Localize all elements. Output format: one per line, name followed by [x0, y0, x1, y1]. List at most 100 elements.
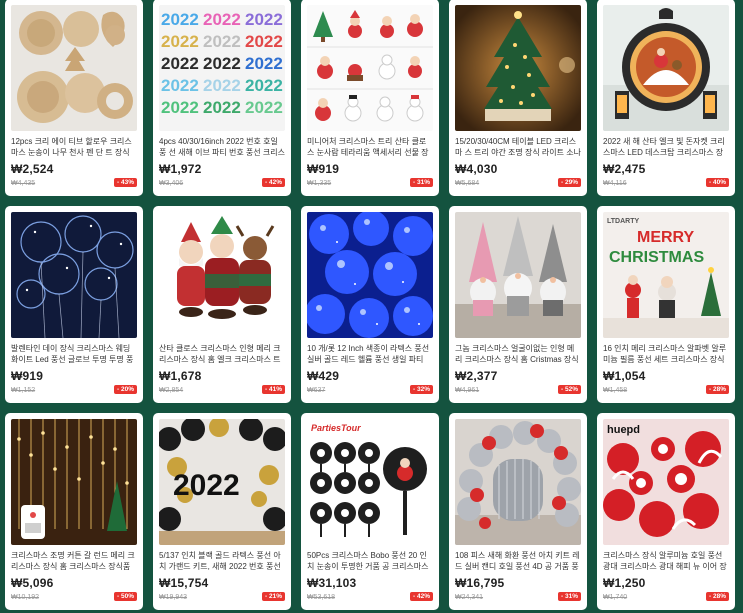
discount-badge: - 42%: [262, 178, 285, 187]
cake-toppers-icon[interactable]: PartiesTour: [307, 419, 433, 545]
image-label: 2022: [245, 76, 283, 95]
product-price: ₩31,103: [307, 576, 357, 590]
product-card[interactable]: 2022 5/137 인치 블랙 골드 라텍스 풍선 아 치 가랜드 키트, 새…: [153, 413, 291, 610]
original-price: ₩53,618: [307, 594, 336, 601]
image-label: 2022: [245, 98, 283, 117]
original-price: ₩4,435: [11, 180, 36, 187]
original-price: ₩24,341: [455, 594, 484, 601]
image-label: CHRISTMAS: [609, 249, 704, 266]
product-title[interactable]: 12pcs 크리 에이 티브 할로우 크리스 마스 눈송이 나무 천사 펜 단 …: [11, 136, 137, 158]
product-card[interactable]: 산타 클로스 크리스마스 인형 메리 크 리스마스 장식 홈 엘크 크리스마스 …: [153, 206, 291, 403]
image-label: 2022: [245, 32, 283, 51]
discount-badge: - 32%: [410, 385, 433, 394]
discount-badge: - 29%: [558, 178, 581, 187]
discount-badge: - 28%: [706, 592, 729, 601]
product-title[interactable]: 15/20/30/40CM 테이블 LED 크리스마 스 트리 야간 조명 장식…: [455, 136, 581, 158]
lantern-icon[interactable]: [603, 5, 729, 131]
product-title[interactable]: 미니어처 크리스마스 트리 산타 클로 스 눈사람 테라리움 액세서리 선물 장…: [307, 136, 433, 158]
product-card[interactable]: 2022 새 해 산타 엘크 빛 돈자켓 크리 스마스 LED 데스크탑 크리스…: [597, 0, 735, 196]
original-price: ₩4,961: [455, 387, 480, 394]
product-card[interactable]: 미니어처 크리스마스 트리 산타 클로 스 눈사람 테라리움 액세서리 선물 장…: [301, 0, 439, 196]
product-price: ₩919: [307, 162, 340, 176]
product-card[interactable]: PartiesTour 50Pcs 크리스마스 Bobo 풍선 20 인치 눈송…: [301, 413, 439, 610]
product-title[interactable]: 발렌타인 데이 장식 크리스마스 웨딩 화이트 Led 풍선 글로브 투명 투명…: [11, 343, 137, 365]
product-price: ₩2,475: [603, 162, 646, 176]
image-label: 2022: [245, 54, 283, 73]
product-title[interactable]: 50Pcs 크리스마스 Bobo 풍선 20 인치 눈송이 투명한 거품 공 크…: [307, 550, 433, 572]
product-price: ₩5,096: [11, 576, 54, 590]
image-label: 2022: [161, 98, 199, 117]
discount-badge: - 42%: [410, 592, 433, 601]
number-balloons-icon[interactable]: 2022 2022 2022 2022 2022 2022 2022 2022 …: [159, 5, 285, 131]
discount-badge: - 43%: [114, 178, 137, 187]
product-title[interactable]: 10 개/롯 12 Inch 색종이 라텍스 풍선 실버 골드 레드 헬륨 풍선…: [307, 343, 433, 365]
product-price: ₩2,377: [455, 369, 498, 383]
product-card[interactable]: huepd 크리스마스 장식 알루미늄 호일 풍선 광대 크리스마스 광대 해피…: [597, 413, 735, 610]
product-price: ₩4,030: [455, 162, 498, 176]
product-card[interactable]: 크리스마스 조명 커튼 갈 런드 메리 크 리스마스 장식 홈 크리스마스 장식…: [5, 413, 143, 610]
image-label: 2022: [203, 32, 241, 51]
product-card[interactable]: 108 피스 새해 화환 풍선 아치 키트 레 드 실버 캔디 호일 풍선 4D…: [449, 413, 587, 610]
image-label: MERRY: [637, 229, 695, 246]
product-title[interactable]: 크리스마스 조명 커튼 갈 런드 메리 크 리스마스 장식 홈 크리스마스 장식…: [11, 550, 137, 572]
product-card[interactable]: 그놈 크리스마스 얼굴이없는 인형 메 리 크리스마스 장식 홈 Cristma…: [449, 206, 587, 403]
product-price: ₩919: [11, 369, 44, 383]
plush-dolls-icon[interactable]: [159, 212, 285, 338]
image-label: 2022: [161, 76, 199, 95]
product-card[interactable]: 12pcs 크리 에이 티브 할로우 크리스 마스 눈송이 나무 천사 펜 단 …: [5, 0, 143, 196]
led-tree-icon[interactable]: [455, 5, 581, 131]
image-label: 2022: [173, 469, 240, 502]
led-balloons-icon[interactable]: [11, 212, 137, 338]
product-title[interactable]: 16 인치 메리 크리스마스 알파벳 알루 미늄 필름 풍선 세트 크리스마스 …: [603, 343, 729, 365]
product-price: ₩1,678: [159, 369, 202, 383]
balloon-arch-icon[interactable]: 2022: [159, 419, 285, 545]
wooden-ornaments-icon[interactable]: [11, 5, 137, 131]
original-price: ₩2,854: [159, 387, 184, 394]
watermark: LTDARTY: [607, 218, 639, 225]
product-card[interactable]: LTDARTY MERRY CHRISTMAS 16 인치 메리 크리스마스 알…: [597, 206, 735, 403]
image-label: 2022: [161, 32, 199, 51]
original-price: ₩637: [307, 387, 326, 394]
discount-badge: - 52%: [558, 385, 581, 394]
watermark: PartiesTour: [311, 423, 361, 433]
image-label: 2022: [203, 76, 241, 95]
image-label: 2022: [161, 54, 199, 73]
product-price: ₩1,250: [603, 576, 646, 590]
watermark: huepd: [607, 424, 640, 436]
curtain-lights-icon[interactable]: [11, 419, 137, 545]
image-label: 2022: [161, 10, 199, 29]
gnome-dolls-icon[interactable]: [455, 212, 581, 338]
product-card[interactable]: 10 개/롯 12 Inch 색종이 라텍스 풍선 실버 골드 레드 헬륨 풍선…: [301, 206, 439, 403]
product-title[interactable]: 2022 새 해 산타 엘크 빛 돈자켓 크리 스마스 LED 데스크탑 크리스…: [603, 136, 729, 158]
product-title[interactable]: 4pcs 40/30/16inch 2022 번호 호일 풍 선 새해 이브 파…: [159, 136, 285, 158]
product-card[interactable]: 2022 2022 2022 2022 2022 2022 2022 2022 …: [153, 0, 291, 196]
product-card[interactable]: 발렌타인 데이 장식 크리스마스 웨딩 화이트 Led 풍선 글로브 투명 투명…: [5, 206, 143, 403]
miniature-figures-icon[interactable]: [307, 5, 433, 131]
image-label: 2022: [245, 10, 283, 29]
discount-badge: - 50%: [114, 592, 137, 601]
product-title[interactable]: 5/137 인치 블랙 골드 라텍스 풍선 아 치 가랜드 키트, 새해 202…: [159, 550, 285, 572]
product-price: ₩15,754: [159, 576, 209, 590]
product-price: ₩16,795: [455, 576, 505, 590]
merry-christmas-balloons-icon[interactable]: LTDARTY MERRY CHRISTMAS: [603, 212, 729, 338]
image-label: 2022: [203, 54, 241, 73]
original-price: ₩3,406: [159, 180, 184, 187]
discount-badge: - 21%: [262, 592, 285, 601]
silver-arch-icon[interactable]: [455, 419, 581, 545]
original-price: ₩4,116: [603, 180, 627, 187]
original-price: ₩1,152: [11, 387, 36, 394]
discount-badge: - 41%: [262, 385, 285, 394]
product-grid: 12pcs 크리 에이 티브 할로우 크리스 마스 눈송이 나무 천사 펜 단 …: [5, 0, 743, 610]
original-price: ₩19,943: [159, 594, 188, 601]
product-title[interactable]: 산타 클로스 크리스마스 인형 메리 크 리스마스 장식 홈 엘크 크리스마스 …: [159, 343, 285, 365]
product-card[interactable]: 15/20/30/40CM 테이블 LED 크리스마 스 트리 야간 조명 장식…: [449, 0, 587, 196]
product-title[interactable]: 크리스마스 장식 알루미늄 호일 풍선 광대 크리스마스 광대 해피 뉴 이어 …: [603, 550, 729, 572]
discount-badge: - 40%: [706, 178, 729, 187]
product-price: ₩1,972: [159, 162, 202, 176]
product-title[interactable]: 108 피스 새해 화환 풍선 아치 키트 레 드 실버 캔디 호일 풍선 4D…: [455, 550, 581, 572]
candy-balloons-icon[interactable]: huepd: [603, 419, 729, 545]
product-price: ₩429: [307, 369, 340, 383]
original-price: ₩1,458: [603, 387, 628, 394]
blue-balloons-icon[interactable]: [307, 212, 433, 338]
product-title[interactable]: 그놈 크리스마스 얼굴이없는 인형 메 리 크리스마스 장식 홈 Cristma…: [455, 343, 581, 365]
